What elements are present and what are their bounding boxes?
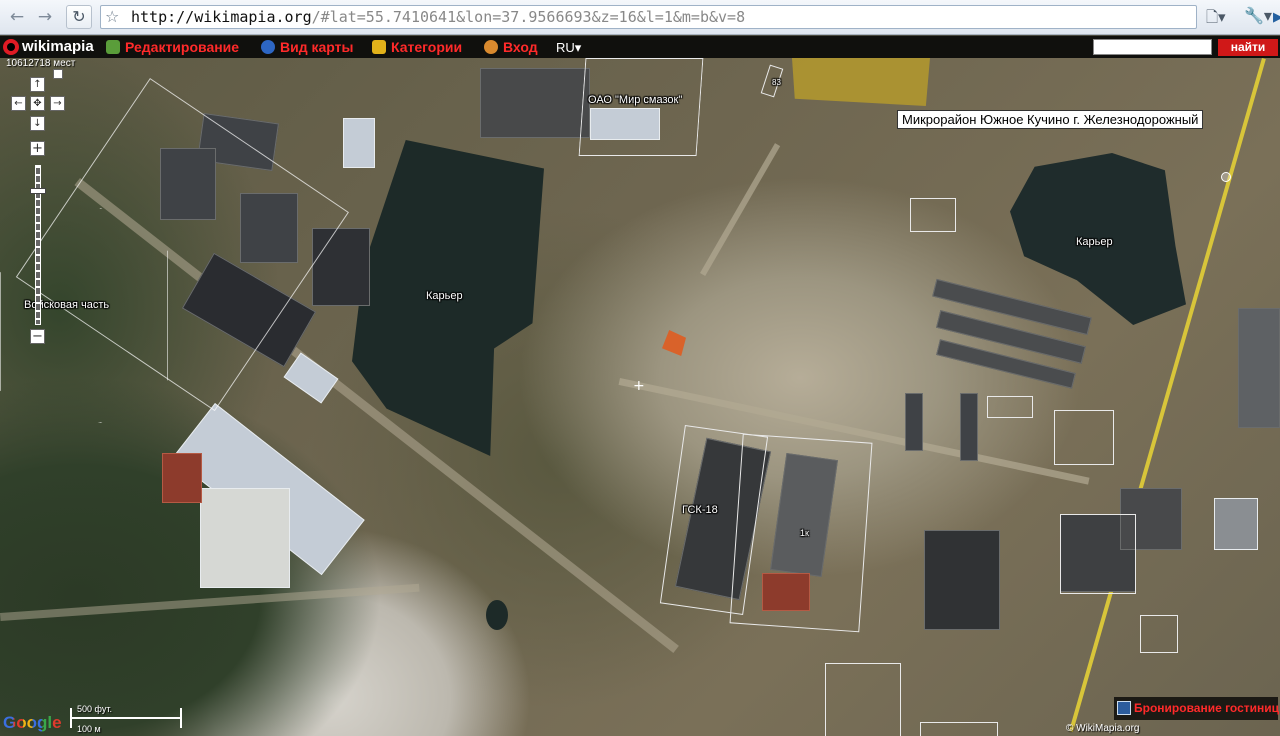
menu-categories[interactable]: Категории xyxy=(372,39,462,55)
menu-login[interactable]: Вход xyxy=(484,39,538,55)
crosshair-icon: + xyxy=(633,378,645,394)
scale-meters: 100 м xyxy=(77,724,101,734)
label-quarry-right[interactable]: Карьер xyxy=(1076,236,1113,248)
url-text[interactable]: http://wikimapia.org/#lat=55.7410641&lon… xyxy=(131,8,745,26)
menu-login-label: Вход xyxy=(503,39,538,55)
url-path: /#lat=55.7410641&lon=37.9566693&z=16&l=1… xyxy=(311,8,746,26)
label-small[interactable]: 1к xyxy=(800,528,809,538)
menu-edit[interactable]: Редактирование xyxy=(106,39,239,55)
menu-map-view[interactable]: Вид карты xyxy=(261,39,353,55)
browser-toolbar: ← → ↻ ☆ http://wikimapia.org/#lat=55.741… xyxy=(0,0,1280,35)
zoom-slider-thumb[interactable] xyxy=(30,188,46,194)
google-logo: Google xyxy=(3,713,62,733)
location-marker-icon[interactable] xyxy=(1221,172,1231,182)
search-input[interactable] xyxy=(1093,39,1212,55)
forward-button[interactable]: → xyxy=(34,6,56,28)
overview-toggle-icon[interactable] xyxy=(53,69,63,79)
zoom-in-button[interactable]: + xyxy=(30,141,45,156)
building xyxy=(343,118,375,168)
edit-icon xyxy=(106,40,120,54)
building xyxy=(960,393,978,461)
pan-left-button[interactable]: ← xyxy=(11,96,26,111)
building xyxy=(905,393,923,451)
go-icon[interactable]: ▶ xyxy=(1273,10,1280,26)
building xyxy=(283,352,339,404)
wrench-icon[interactable]: 🔧▾ xyxy=(1244,6,1272,25)
hotel-booking-label: Бронирование гостиниц xyxy=(1134,701,1280,715)
zoom-out-button[interactable]: − xyxy=(30,329,45,344)
military-outline[interactable] xyxy=(0,208,168,423)
reload-button[interactable]: ↻ xyxy=(66,5,92,29)
place-outline[interactable] xyxy=(825,663,901,736)
place-outline[interactable] xyxy=(1140,615,1178,653)
menu-categories-label: Категории xyxy=(391,39,463,55)
label-number[interactable]: 83 xyxy=(772,78,781,87)
road xyxy=(0,583,420,621)
scale-feet: 500 фут. xyxy=(77,704,112,714)
place-outline[interactable] xyxy=(1054,410,1114,465)
hotel-icon xyxy=(1117,701,1131,715)
language-selector[interactable]: RU▾ xyxy=(556,40,581,56)
highlighted-area[interactable] xyxy=(792,58,930,106)
place-outline[interactable] xyxy=(987,396,1033,418)
place-outline[interactable] xyxy=(920,722,998,736)
building xyxy=(1238,308,1280,428)
building xyxy=(1214,498,1258,550)
label-garage[interactable]: ГСК-18 xyxy=(682,504,718,516)
search-button[interactable]: найти xyxy=(1218,39,1278,56)
wikimapia-logo-icon[interactable] xyxy=(3,39,19,55)
pan-down-button[interactable]: ↓ xyxy=(30,116,45,131)
bookmark-star-icon[interactable]: ☆ xyxy=(105,7,119,26)
building xyxy=(200,488,290,588)
building xyxy=(162,453,202,503)
copyright[interactable]: © WikiMapia.org xyxy=(1066,723,1140,734)
pan-right-button[interactable]: → xyxy=(50,96,65,111)
menu-edit-label: Редактирование xyxy=(125,39,240,55)
login-icon xyxy=(484,40,498,54)
place-outline[interactable] xyxy=(579,58,704,156)
wikimapia-menu-bar: wikimapia Редактирование Вид карты Катег… xyxy=(0,36,1280,58)
pond xyxy=(486,600,508,630)
address-bar[interactable]: ☆ http://wikimapia.org/#lat=55.7410641&l… xyxy=(100,5,1280,29)
back-button[interactable]: ← xyxy=(6,6,28,28)
place-outline[interactable] xyxy=(1060,514,1136,594)
place-count: 10612718 мест xyxy=(6,58,76,69)
map-view-icon xyxy=(261,40,275,54)
menu-map-view-label: Вид карты xyxy=(280,39,354,55)
orange-area xyxy=(662,330,686,356)
building xyxy=(924,530,1000,630)
place-tooltip: Микрорайон Южное Кучино г. Железнодорожн… xyxy=(897,110,1204,129)
label-quarry-left[interactable]: Карьер xyxy=(426,290,463,302)
road xyxy=(700,143,781,276)
wikimapia-logo[interactable]: wikimapia xyxy=(22,38,94,55)
label-company[interactable]: ОАО "Мир смазок" xyxy=(588,94,682,106)
pan-up-button[interactable]: ↑ xyxy=(30,77,45,92)
pan-center-button[interactable]: ✥ xyxy=(30,96,45,111)
page-menu-icon[interactable]: 🗋▾ xyxy=(1206,7,1226,32)
google-logo-text: Google xyxy=(3,713,62,732)
place-outline[interactable] xyxy=(910,198,956,232)
url-host: http://wikimapia.org xyxy=(131,8,312,26)
satellite-map[interactable]: ОАО "Мир смазок" Карьер Карьер Войсковая… xyxy=(0,58,1280,736)
categories-icon xyxy=(372,40,386,54)
hotel-booking-link[interactable]: Бронирование гостиниц xyxy=(1114,697,1280,720)
building xyxy=(480,68,590,138)
